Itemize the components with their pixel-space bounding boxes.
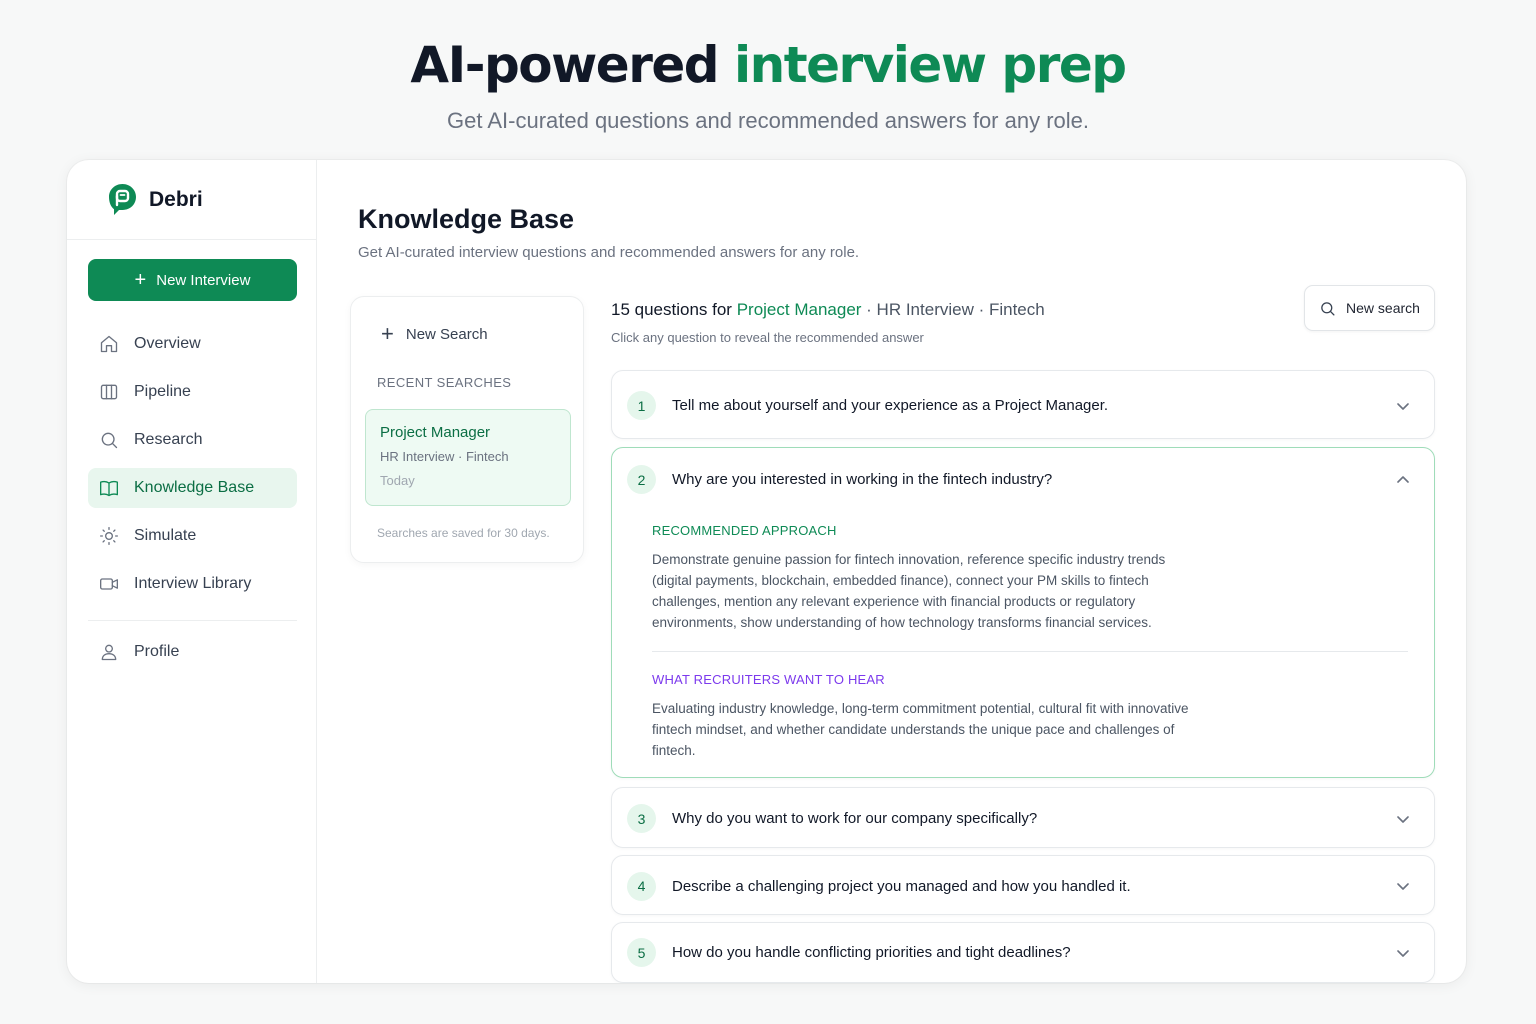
- question-number: 4: [627, 871, 656, 901]
- question-item-3[interactable]: 3 Why do you want to work for our compan…: [611, 787, 1435, 848]
- new-interview-button[interactable]: + New Interview: [88, 259, 297, 301]
- question-text: Why are you interested in working in the…: [672, 471, 1053, 488]
- results-role: Project Manager: [736, 300, 862, 319]
- sidebar-item-pipeline[interactable]: Pipeline: [88, 372, 297, 412]
- results-count: 15 questions for: [611, 300, 732, 319]
- hero: AI-powered interview prep Get AI-curated…: [0, 34, 1536, 134]
- sidebar-nav: Overview Pipeline Research Knowledge Bas…: [88, 324, 297, 612]
- debri-logo-icon: [109, 184, 136, 215]
- recent-searches-heading: RECENT SEARCHES: [377, 375, 512, 390]
- results-meta: · HR Interview · Fintech: [866, 300, 1045, 319]
- chevron-down-icon[interactable]: [1396, 879, 1410, 893]
- new-search-link[interactable]: + New Search: [381, 323, 488, 345]
- question-number: 2: [627, 465, 656, 494]
- question-text: Tell me about yourself and your experien…: [672, 397, 1109, 414]
- answer-divider: [652, 651, 1408, 652]
- plus-icon: +: [381, 321, 394, 346]
- hero-subtitle: Get AI-curated questions and recommended…: [446, 108, 1089, 133]
- sidebar-item-interview-library[interactable]: Interview Library: [88, 564, 297, 604]
- columns-icon: [100, 384, 118, 400]
- user-icon: [101, 644, 117, 661]
- brand[interactable]: Debri: [67, 160, 316, 240]
- sidebar-item-research[interactable]: Research: [88, 420, 297, 460]
- main-content: Knowledge Base Get AI-curated interview …: [317, 160, 1466, 983]
- sidebar-item-label: Research: [134, 431, 203, 448]
- sidebar-item-simulate[interactable]: Simulate: [88, 516, 297, 556]
- results-hint: Click any question to reveal the recomme…: [611, 330, 924, 345]
- sidebar-item-label: Overview: [134, 335, 201, 352]
- sidebar-item-label: Knowledge Base: [134, 479, 255, 496]
- sidebar-item-label: Profile: [134, 643, 180, 660]
- question-number: 3: [627, 804, 656, 833]
- question-text: How do you handle conflicting priorities…: [672, 944, 1071, 961]
- hero-title-accent: interview prep: [733, 36, 1127, 94]
- sidebar-item-knowledge-base[interactable]: Knowledge Base: [88, 468, 297, 508]
- hero-title-main: AI-powered: [410, 36, 719, 94]
- search-panel: + New Search RECENT SEARCHES Project Man…: [350, 296, 584, 563]
- sidebar-item-overview[interactable]: Overview: [88, 324, 297, 364]
- hero-title: AI-powered interview prep: [0, 34, 1536, 96]
- sidebar-item-profile[interactable]: Profile: [88, 632, 297, 672]
- question-item-5[interactable]: 5 How do you handle conflicting prioriti…: [611, 922, 1435, 983]
- question-text: Why do you want to work for our company …: [672, 810, 1038, 827]
- results-header: 15 questions for Project Manager · HR In…: [611, 300, 1045, 320]
- question-text: Describe a challenging project you manag…: [672, 877, 1131, 895]
- new-search-button[interactable]: New search: [1304, 285, 1435, 331]
- video-icon: [100, 578, 119, 590]
- book-icon: [100, 480, 119, 497]
- page-subtitle: Get AI-curated interview questions and r…: [358, 244, 860, 261]
- search-icon: [1321, 301, 1335, 316]
- plus-icon: +: [134, 269, 147, 291]
- search-icon: [101, 432, 118, 449]
- page-title: Knowledge Base: [358, 204, 575, 234]
- recommended-approach-label: RECOMMENDED APPROACH: [652, 523, 837, 538]
- question-item-2[interactable]: 2 Why are you interested in working in t…: [611, 447, 1435, 778]
- recent-search-item[interactable]: Project Manager HR Interview · Fintech T…: [365, 409, 571, 506]
- new-search-label: New Search: [405, 325, 488, 343]
- sidebar-item-label: Simulate: [134, 527, 197, 544]
- app-window: Debri + New Interview Overview Pipeline …: [67, 160, 1466, 983]
- new-interview-label: New Interview: [156, 271, 251, 289]
- question-item-4[interactable]: 4 Describe a challenging project you man…: [611, 855, 1435, 915]
- recent-search-meta: HR Interview · Fintech: [380, 449, 509, 464]
- sidebar-item-label: Pipeline: [134, 383, 191, 400]
- recent-search-title: Project Manager: [380, 424, 491, 441]
- recruiters-want-text: Evaluating industry knowledge, long-term…: [652, 701, 1189, 758]
- sidebar-divider: [88, 620, 297, 621]
- recommended-approach-text: Demonstrate genuine passion for fintech …: [652, 552, 1166, 630]
- sun-icon: [100, 527, 119, 545]
- question-number: 5: [627, 938, 656, 967]
- sidebar-profile: Profile: [88, 632, 297, 680]
- question-item-1[interactable]: 1 Tell me about yourself and your experi…: [611, 370, 1435, 439]
- retention-note: Searches are saved for 30 days.: [377, 526, 550, 540]
- sidebar: Debri + New Interview Overview Pipeline …: [67, 160, 317, 983]
- new-search-button-label: New search: [1346, 300, 1420, 316]
- chevron-down-icon[interactable]: [1396, 812, 1410, 826]
- recruiters-want-label: WHAT RECRUITERS WANT TO HEAR: [652, 672, 885, 687]
- sidebar-item-label: Interview Library: [134, 575, 252, 592]
- home-icon: [100, 335, 118, 353]
- chevron-down-icon[interactable]: [1396, 946, 1410, 960]
- chevron-down-icon[interactable]: [1396, 399, 1410, 413]
- chevron-up-icon[interactable]: [1396, 473, 1410, 487]
- question-number: 1: [627, 391, 656, 420]
- recent-search-date: Today: [380, 473, 415, 488]
- brand-name: Debri: [149, 187, 203, 211]
